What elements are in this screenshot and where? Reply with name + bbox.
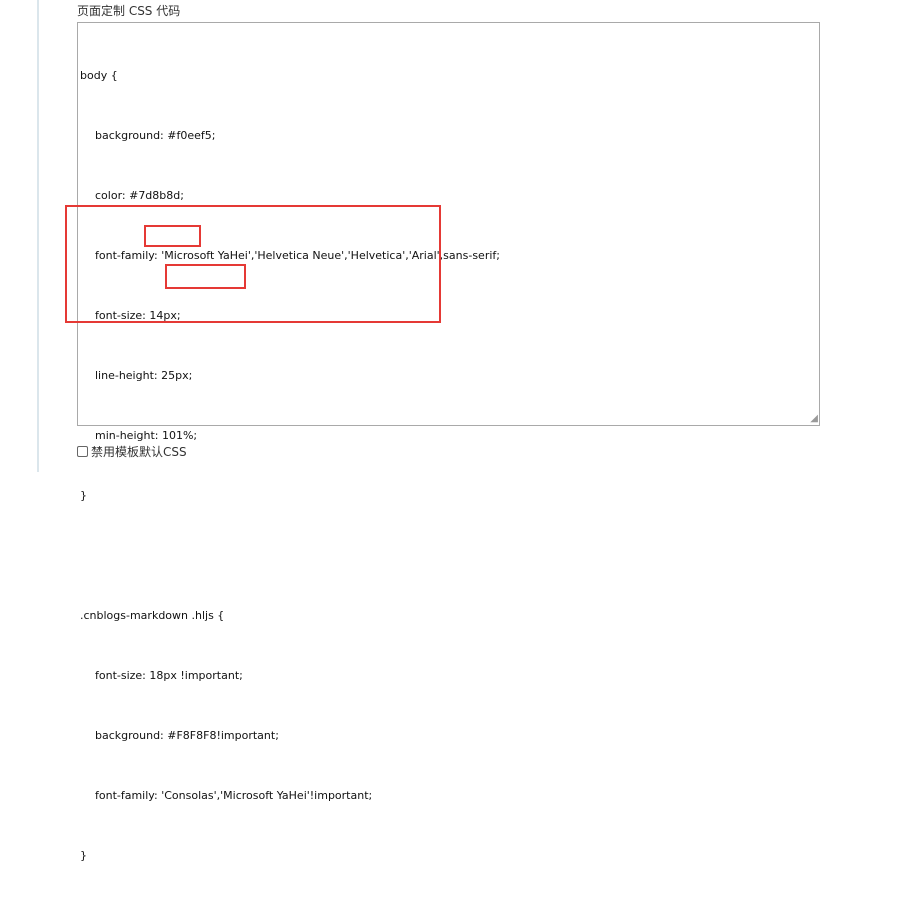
code-line-13: font-family: 'Consolas','Microsoft YaHei… <box>95 789 373 802</box>
code-line-11: font-size: 18px !important; <box>95 669 243 682</box>
resize-handle-icon[interactable]: ◢ <box>808 414 818 424</box>
disable-default-css-row[interactable]: 禁用模板默认CSS <box>77 443 187 460</box>
css-section-title: 页面定制 CSS 代码 <box>77 4 181 18</box>
code-line-5: font-size: 14px; <box>95 309 181 322</box>
code-line-12: background: #F8F8F8!important; <box>95 729 279 742</box>
code-line-7: min-height: 101%; <box>95 429 198 442</box>
css-code-editor[interactable]: body { background: #f0eef5; color: #7d8b… <box>77 22 820 862</box>
code-line-14: } <box>80 849 87 862</box>
disable-default-css-checkbox[interactable] <box>77 446 88 457</box>
code-line-4: font-family: 'Microsoft YaHei','Helvetic… <box>95 249 500 262</box>
code-line-8: } <box>80 489 87 502</box>
code-line-10: .cnblogs-markdown .hljs { <box>80 609 225 622</box>
css-code-content[interactable]: body { background: #f0eef5; color: #7d8b… <box>80 26 815 906</box>
code-line-2: background: #f0eef5; <box>95 129 216 142</box>
code-line-1: body { <box>80 69 118 82</box>
left-divider <box>37 0 39 472</box>
code-line-6: line-height: 25px; <box>95 369 193 382</box>
disable-default-css-label: 禁用模板默认CSS <box>91 445 187 459</box>
code-line-3: color: #7d8b8d; <box>95 189 184 202</box>
